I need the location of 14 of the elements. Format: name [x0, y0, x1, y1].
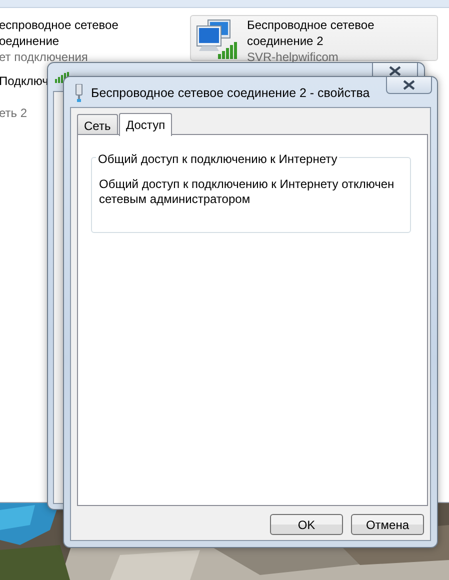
info-text: Общий доступ к подключению к Интернету отключен сетевым администратором: [99, 177, 396, 207]
close-icon: [403, 80, 415, 90]
window-title: Беспроводное сетевое соединение 2 - свойства: [91, 85, 370, 102]
tab[interactable]: Сеть: [77, 114, 118, 135]
item-name: Подключ: [0, 73, 48, 89]
ok-button[interactable]: OK: [270, 514, 343, 535]
network-connection-item[interactable]: Беспроводное сетевое соединение 2 SVR-helpwificom: [190, 15, 438, 61]
tab[interactable]: Доступ: [119, 113, 172, 136]
close-icon: [389, 66, 401, 76]
cancel-button[interactable]: Отмена: [351, 514, 424, 535]
network-adapter-icon: [75, 83, 83, 102]
item-name: соединение 2: [247, 33, 324, 49]
close-button[interactable]: [386, 77, 432, 94]
item-name: Беспроводное сетевое: [247, 17, 374, 33]
